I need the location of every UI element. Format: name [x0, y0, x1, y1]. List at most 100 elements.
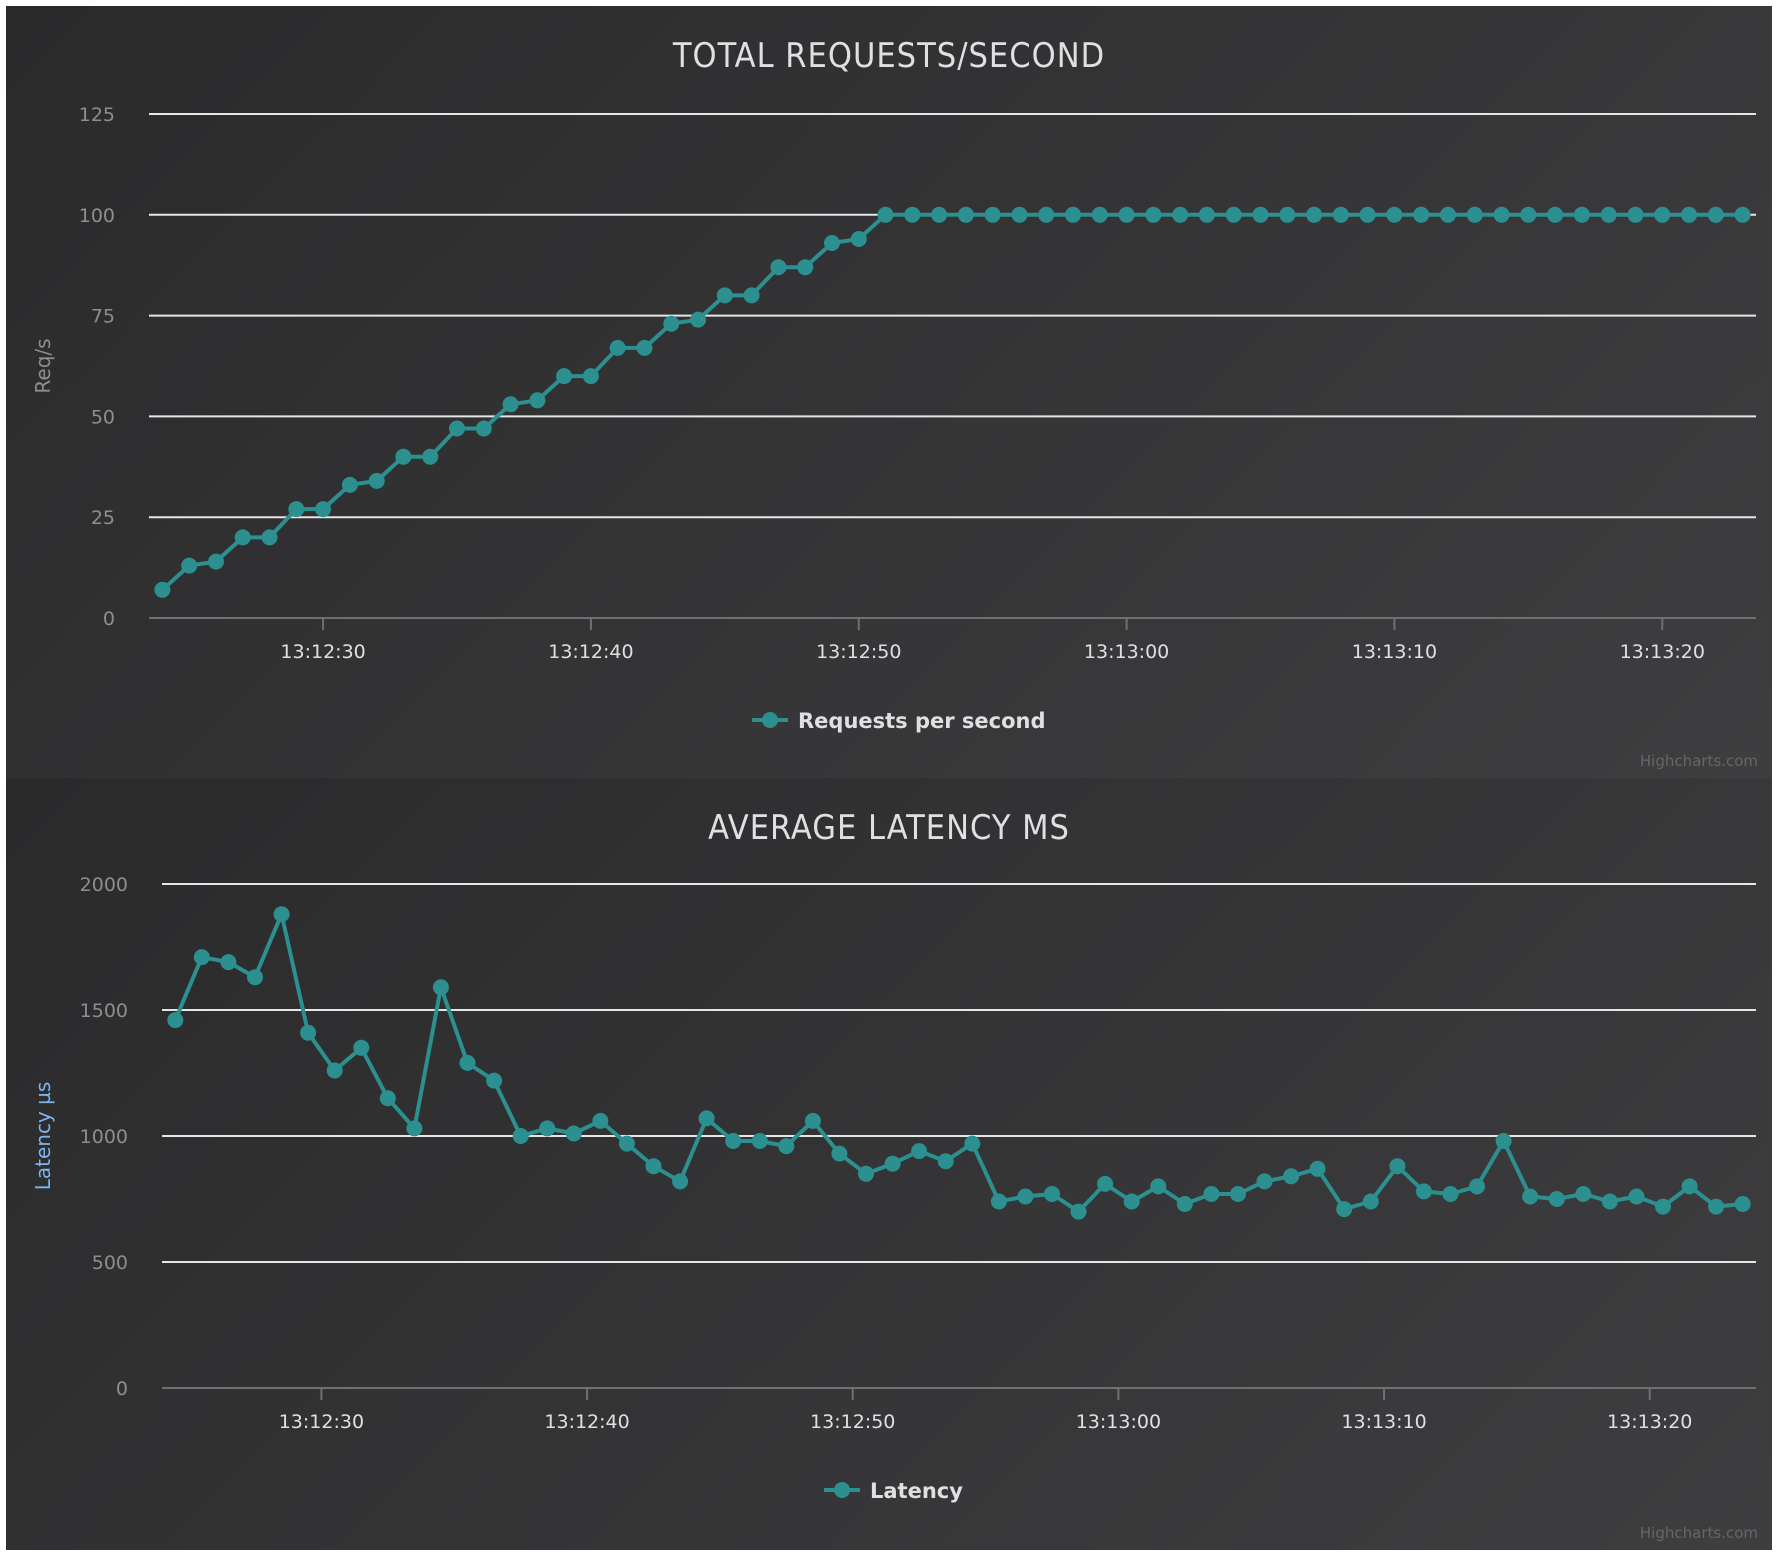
series-line [173, 912, 1743, 1214]
credits-label: Highcharts.com [1640, 1524, 1758, 1542]
data-point [154, 581, 171, 598]
data-point [341, 476, 358, 493]
data-point [1091, 206, 1108, 223]
y-tick-label: 125 [79, 104, 115, 126]
data-point [1332, 206, 1349, 223]
data-point [964, 1135, 981, 1152]
data-point [539, 1120, 556, 1137]
average-latency-svg: AVERAGE LATENCY MS 0 500 1000 1500 2000 13:12:… [31, 808, 1758, 1542]
data-point [1097, 1175, 1114, 1192]
data-point [1336, 1201, 1353, 1218]
data-point [326, 1062, 343, 1079]
data-point [698, 1110, 715, 1127]
data-point [645, 1158, 662, 1175]
legend-marker [834, 1482, 850, 1498]
y-tick-label: 25 [91, 507, 115, 529]
data-point [904, 206, 921, 223]
x-tick-label: 13:12:50 [816, 641, 901, 663]
data-point [716, 287, 733, 304]
data-point [315, 501, 332, 518]
data-point [582, 368, 599, 385]
credits-label: Highcharts.com [1640, 752, 1758, 770]
chart-title: TOTAL REQUESTS/SECOND [672, 36, 1105, 76]
data-point [1627, 206, 1644, 223]
data-point [432, 979, 449, 996]
data-point [1469, 1178, 1485, 1195]
data-point [1389, 1158, 1406, 1175]
data-point [379, 1090, 396, 1107]
x-tick-label: 13:12:30 [280, 641, 365, 663]
data-point [609, 339, 626, 356]
data-point [1198, 206, 1215, 223]
data-point [353, 1039, 370, 1056]
data-point [556, 368, 573, 385]
data-point [167, 1012, 184, 1029]
data-point [1601, 1193, 1618, 1210]
data-point [937, 1153, 954, 1170]
y-tick-label: 75 [91, 306, 115, 328]
x-tick-label: 13:13:00 [1076, 1411, 1161, 1433]
x-tick-label: 13:12:30 [279, 1411, 364, 1433]
data-point [368, 472, 385, 489]
y-tick-label: 100 [79, 205, 115, 227]
data-point [824, 235, 840, 251]
data-point [1145, 206, 1162, 223]
y-tick-label: 2000 [80, 874, 128, 896]
data-point [931, 206, 948, 223]
data-point [1655, 1198, 1671, 1215]
legend-item: Latency [824, 1479, 963, 1503]
data-point [957, 206, 974, 223]
data-point [1708, 1198, 1725, 1215]
data-point [751, 1133, 768, 1149]
data-point [636, 339, 653, 356]
data-point [1252, 206, 1269, 223]
data-point [672, 1173, 689, 1190]
data-point [984, 206, 1001, 223]
data-point [1681, 206, 1697, 223]
data-point [1283, 1168, 1300, 1185]
data-point [208, 553, 224, 570]
data-point [1573, 206, 1590, 223]
data-point [1575, 1186, 1592, 1202]
data-point [663, 315, 680, 332]
data-point [1600, 206, 1617, 223]
data-point [990, 1193, 1007, 1210]
data-point [1017, 1188, 1034, 1205]
data-point [1654, 206, 1671, 223]
data-point [743, 287, 760, 304]
x-tick-label: 13:13:20 [1607, 1411, 1692, 1433]
x-tick-label: 13:13:10 [1341, 1411, 1426, 1433]
data-point [181, 557, 198, 574]
data-point [220, 954, 237, 971]
data-point [770, 259, 787, 276]
data-point [831, 1145, 848, 1162]
data-point [1386, 206, 1403, 223]
data-point [1172, 206, 1189, 223]
x-tick-label: 13:13:00 [1084, 641, 1169, 663]
data-point [1681, 1178, 1698, 1195]
data-point [1011, 206, 1028, 223]
data-point [1493, 206, 1510, 223]
data-point [725, 1133, 742, 1149]
data-point [1150, 1178, 1167, 1195]
legend-label: Requests per second [798, 709, 1046, 733]
y-tick-label: 50 [91, 406, 115, 428]
x-tick-label: 13:12:50 [810, 1411, 895, 1433]
data-point [858, 1165, 874, 1182]
data-point [288, 501, 305, 518]
data-point [1520, 206, 1537, 223]
data-point [1628, 1188, 1645, 1205]
data-point [234, 529, 251, 546]
data-point [565, 1125, 582, 1142]
data-point [1442, 1186, 1459, 1202]
requests-per-second-chart: TOTAL REQUESTS/SECOND 0 25 50 75 100 125 13:12:… [6, 6, 1772, 778]
legend-label: Latency [870, 1479, 963, 1503]
data-point [1203, 1186, 1220, 1202]
data-point [1548, 1191, 1565, 1207]
x-tick-label: 13:13:20 [1620, 641, 1705, 663]
series-line [161, 212, 1743, 592]
data-point [1522, 1188, 1539, 1205]
data-point [1362, 1193, 1379, 1210]
legend-marker [762, 712, 778, 728]
data-point [884, 1155, 901, 1172]
